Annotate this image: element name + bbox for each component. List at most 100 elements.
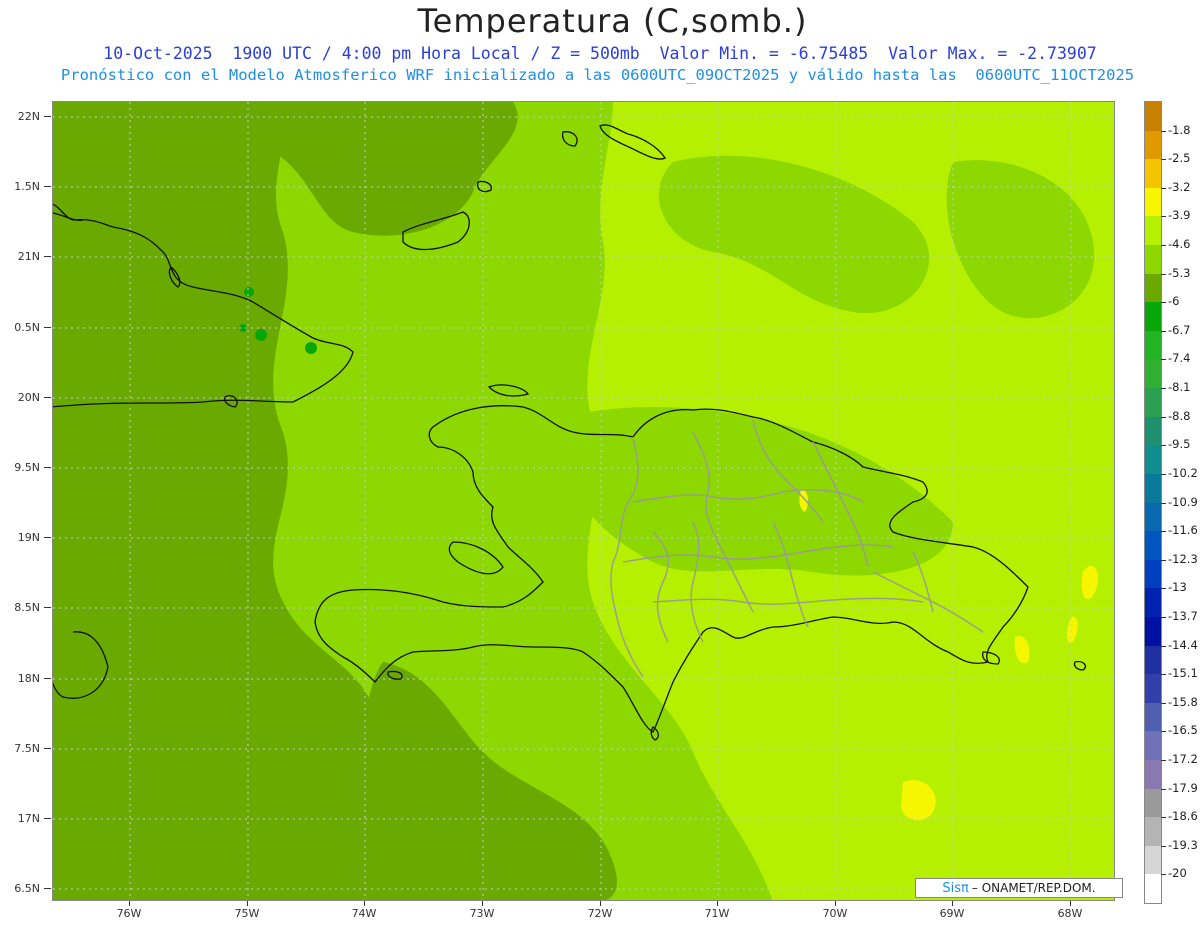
legend-color-box	[1145, 245, 1161, 275]
legend-tick	[1161, 731, 1166, 733]
lat-tick	[44, 327, 51, 328]
legend-label: -4.6	[1168, 237, 1191, 252]
legend-color-box	[1145, 330, 1161, 360]
map-subtitle-model: Pronóstico con el Modelo Atmosferico WRF…	[60, 66, 1135, 84]
legend-tick	[1161, 445, 1166, 447]
legend-color-box	[1145, 273, 1161, 303]
credit-box: Sisπ – ONAMET/REP.DOM.	[915, 878, 1123, 898]
lon-label-71w: 71W	[704, 907, 730, 920]
map-title: Temperatura (C,somb.)	[417, 2, 808, 40]
legend-color-box	[1145, 388, 1161, 418]
legend-tick	[1161, 559, 1166, 561]
legend-color-box	[1145, 874, 1161, 904]
lat-label-22n: 22N	[17, 110, 40, 123]
field-green-spot1	[255, 329, 267, 341]
legend-label: -12.3	[1168, 551, 1198, 566]
lat-tick	[44, 116, 51, 117]
legend-color-box	[1145, 702, 1161, 732]
legend-tick	[1161, 788, 1166, 790]
lon-label-74w: 74W	[351, 907, 377, 920]
temperature-map	[52, 101, 1115, 901]
legend-tick	[1161, 302, 1166, 304]
legend-color-box	[1145, 559, 1161, 589]
legend-label: -9.5	[1168, 437, 1191, 452]
legend-label: -10.2	[1168, 465, 1198, 480]
lat-tick	[44, 397, 51, 398]
legend-tick	[1161, 273, 1166, 275]
legend-label: -1.8	[1168, 122, 1191, 137]
lon-label-68w: 68W	[1057, 907, 1083, 920]
legend-color-box	[1145, 502, 1161, 532]
legend-tick	[1161, 473, 1166, 475]
legend-tick	[1161, 702, 1166, 704]
legend-color-box	[1145, 788, 1161, 818]
legend-label: -6	[1168, 294, 1180, 309]
credit-text: – ONAMET/REP.DOM.	[971, 881, 1096, 895]
lat-tick	[44, 888, 51, 889]
field-green-spot2	[305, 342, 317, 354]
legend-label: -2.5	[1168, 151, 1191, 166]
lon-tick	[129, 901, 130, 906]
legend-label: -7.4	[1168, 351, 1191, 366]
legend-tick	[1161, 359, 1166, 361]
lon-tick	[717, 901, 718, 906]
lon-tick	[835, 901, 836, 906]
lon-tick	[364, 901, 365, 906]
legend-color-box	[1145, 159, 1161, 189]
legend-tick	[1161, 674, 1166, 676]
legend-tick	[1161, 502, 1166, 504]
legend-label: -19.3	[1168, 837, 1198, 852]
lon-label-69w: 69W	[939, 907, 965, 920]
legend-label: -6.7	[1168, 322, 1191, 337]
legend-color-box	[1145, 616, 1161, 647]
lat-label-19-5n: 9.5N	[14, 461, 40, 474]
lat-tick	[44, 256, 51, 257]
legend-label: -11.6	[1168, 523, 1198, 538]
legend-color-box	[1145, 674, 1161, 704]
lat-label-16-5n: 6.5N	[14, 882, 40, 895]
legend-tick	[1161, 845, 1166, 847]
legend-tick	[1161, 874, 1166, 876]
legend-tick	[1161, 588, 1166, 590]
lon-label-73w: 73W	[469, 907, 495, 920]
legend-label: -14.4	[1168, 637, 1198, 652]
lon-label-76w: 76W	[116, 907, 142, 920]
legend-tick	[1161, 245, 1166, 247]
lon-tick	[482, 901, 483, 906]
color-legend	[1144, 101, 1162, 904]
legend-color-box	[1145, 473, 1161, 503]
legend-color-box	[1145, 216, 1161, 246]
lat-label-17n: 17N	[17, 812, 40, 825]
legend-color-box	[1145, 445, 1161, 475]
legend-color-box	[1145, 731, 1161, 761]
legend-tick	[1161, 216, 1166, 218]
legend-color-box	[1145, 359, 1161, 389]
lat-label-20-5n: 0.5N	[14, 321, 40, 334]
legend-color-box	[1145, 102, 1161, 132]
lat-label-21-5n: 1.5N	[14, 180, 40, 193]
legend-tick	[1161, 330, 1166, 332]
legend-tick	[1161, 187, 1166, 189]
legend-color-box	[1145, 416, 1161, 446]
lat-label-21n: 21N	[17, 250, 40, 263]
legend-label: -8.1	[1168, 380, 1191, 395]
lat-tick	[44, 186, 51, 187]
legend-color-box	[1145, 588, 1161, 618]
legend-label: -13	[1168, 580, 1187, 595]
legend-tick	[1161, 159, 1166, 161]
legend-label: -18.6	[1168, 809, 1198, 824]
legend-tick	[1161, 388, 1166, 390]
sispi-logo: Sisπ	[942, 880, 969, 896]
lat-tick	[44, 678, 51, 679]
legend-color-box	[1145, 130, 1161, 160]
lon-tick	[247, 901, 248, 906]
legend-tick	[1161, 416, 1166, 418]
lat-label-17-5n: 7.5N	[14, 742, 40, 755]
legend-color-box	[1145, 645, 1161, 675]
legend-color-box	[1145, 187, 1161, 217]
legend-label: -15.1	[1168, 666, 1198, 681]
map-svg	[53, 102, 1114, 900]
legend-color-box	[1145, 845, 1161, 875]
legend-label: -3.9	[1168, 208, 1191, 223]
lon-tick	[1070, 901, 1071, 906]
